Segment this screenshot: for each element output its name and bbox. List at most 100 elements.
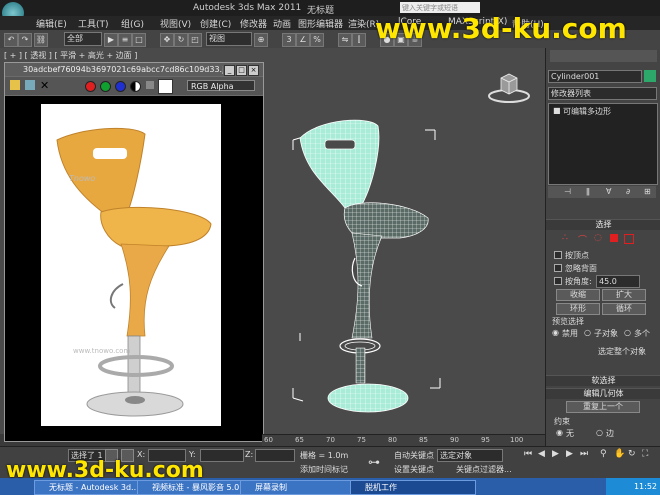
pan-icon[interactable]: ✋: [614, 449, 625, 459]
radio-none-icon[interactable]: ◉: [556, 428, 563, 437]
menu-modifiers[interactable]: 修改器: [240, 17, 267, 30]
snap-icon[interactable]: 3: [282, 33, 296, 47]
save-image-icon[interactable]: [10, 80, 20, 90]
menu-group[interactable]: 组(G): [121, 17, 144, 30]
menu-animation[interactable]: 动画: [273, 17, 291, 30]
goto-start-icon[interactable]: ⏮: [524, 449, 532, 459]
viewcube-icon[interactable]: [487, 70, 531, 104]
key-filters-button[interactable]: 关键点过滤器...: [456, 464, 512, 475]
menu-create[interactable]: 创建(C): [200, 17, 231, 30]
command-panel-tabs[interactable]: [550, 50, 657, 62]
soft-selection-rollout[interactable]: 软选择: [546, 375, 660, 386]
stack-tools[interactable]: ⊣ ǁ ∀ ∂ ⊞: [548, 186, 656, 198]
redo-icon[interactable]: ↷: [18, 33, 32, 47]
auto-key-button[interactable]: 自动关键点: [394, 450, 434, 461]
by-angle-label: 按角度:: [565, 277, 592, 286]
selected-object-dropdown[interactable]: 选定对象: [437, 449, 503, 462]
minimize-icon[interactable]: _: [224, 65, 235, 76]
coord-system-dropdown[interactable]: 视图: [206, 32, 252, 46]
element-mode-icon[interactable]: [624, 234, 634, 244]
channel-dropdown[interactable]: RGB Alpha: [187, 80, 255, 91]
key-icon[interactable]: ⊶: [368, 455, 380, 469]
edge-mode-icon[interactable]: ⌒: [578, 233, 588, 246]
edit-geometry-rollout[interactable]: 编辑几何体: [546, 388, 660, 399]
radio-edge-icon[interactable]: ○: [596, 428, 603, 437]
make-unique-icon[interactable]: ∀: [606, 187, 611, 196]
blue-channel-icon[interactable]: [115, 81, 126, 92]
ring-button[interactable]: 环形: [556, 303, 600, 315]
selection-filter-dropdown[interactable]: 全部: [64, 32, 102, 46]
angle-value-field[interactable]: 45.0: [596, 275, 640, 288]
menu-edit[interactable]: 编辑(E): [36, 17, 67, 30]
shrink-button[interactable]: 收缩: [556, 289, 600, 301]
border-mode-icon[interactable]: ◌: [594, 233, 604, 243]
command-panel: Cylinder001 修改器列表 ■ 可编辑多边形 ⊣ ǁ ∀ ∂ ⊞ 选择 …: [545, 48, 660, 448]
image-viewer-window[interactable]: 30adcbef76094b3697021c69abcc7cd86c109d33…: [4, 62, 264, 442]
set-key-button[interactable]: 设置关键点: [394, 464, 434, 475]
task-screen-recorder[interactable]: 屏幕录制: [240, 480, 356, 495]
channel-display-icon[interactable]: [146, 81, 154, 89]
menu-views[interactable]: 视图(V): [160, 17, 191, 30]
radio-disabled-icon[interactable]: ◉: [552, 328, 559, 337]
rotate-icon[interactable]: ↻: [174, 33, 188, 47]
align-icon[interactable]: ⫿: [352, 33, 366, 47]
undo-icon[interactable]: ↶: [4, 33, 18, 47]
radio-multi-icon[interactable]: ○: [624, 328, 631, 337]
mirror-icon[interactable]: ⇋: [338, 33, 352, 47]
timeline-tick: 90: [450, 436, 459, 444]
close-icon[interactable]: ×: [248, 65, 259, 76]
modifier-list-dropdown[interactable]: 修改器列表: [548, 87, 657, 100]
red-channel-icon[interactable]: [85, 81, 96, 92]
stack-item-editable-poly[interactable]: 可编辑多边形: [563, 106, 611, 117]
prev-frame-icon[interactable]: ◀: [538, 449, 545, 459]
orbit-icon[interactable]: ↻: [628, 449, 636, 459]
system-tray-clock[interactable]: 11:52: [606, 478, 660, 495]
add-time-tag[interactable]: 添加时间标记: [300, 464, 348, 475]
viewport-label[interactable]: [ + ] [ 透视 ] [ 平滑 + 高光 + 边面 ]: [4, 50, 137, 61]
object-name-field[interactable]: Cylinder001: [548, 70, 642, 83]
next-frame-icon[interactable]: ▶: [566, 449, 573, 459]
pin-stack-icon[interactable]: ⊣: [564, 187, 571, 196]
play-icon[interactable]: ▶: [552, 449, 559, 459]
z-coord-field[interactable]: [255, 449, 295, 462]
polygon-mode-icon[interactable]: [610, 234, 618, 242]
copy-image-icon[interactable]: [25, 80, 35, 90]
maximize-viewport-icon[interactable]: ⛶: [642, 449, 648, 459]
by-vertex-checkbox[interactable]: [554, 251, 562, 259]
show-end-result-icon[interactable]: ǁ: [586, 187, 590, 196]
link-icon[interactable]: ⛓: [34, 33, 48, 47]
angle-snap-icon[interactable]: ∠: [296, 33, 310, 47]
modifier-stack[interactable]: ■ 可编辑多边形: [548, 103, 658, 185]
loop-button[interactable]: 循环: [602, 303, 646, 315]
mono-channel-icon[interactable]: [130, 81, 141, 92]
ignore-backfacing-checkbox[interactable]: [554, 264, 562, 272]
pivot-icon[interactable]: ⊕: [254, 33, 268, 47]
repeat-last-button[interactable]: 重复上一个: [566, 401, 640, 413]
grow-button[interactable]: 扩大: [602, 289, 646, 301]
object-color-swatch[interactable]: [644, 70, 656, 82]
y-coord-field[interactable]: [200, 449, 244, 462]
color-swatch[interactable]: [158, 79, 173, 94]
menu-graph-editors[interactable]: 图形编辑器: [298, 17, 343, 30]
select-by-name-icon[interactable]: ≡: [118, 33, 132, 47]
rect-selection-icon[interactable]: □: [132, 33, 146, 47]
zoom-icon[interactable]: ⚲: [600, 449, 607, 459]
selection-rollout-header[interactable]: 选择: [546, 219, 660, 230]
vertex-mode-icon[interactable]: ∴: [562, 233, 572, 243]
move-icon[interactable]: ✥: [160, 33, 174, 47]
green-channel-icon[interactable]: [100, 81, 111, 92]
remove-modifier-icon[interactable]: ∂: [626, 187, 630, 196]
image-window-titlebar[interactable]: 30adcbef76094b3697021c69abcc7cd86c109d33…: [5, 63, 263, 76]
task-offline-work[interactable]: 脱机工作: [350, 480, 476, 495]
select-object-icon[interactable]: ▶: [104, 33, 118, 47]
goto-end-icon[interactable]: ⏭: [580, 449, 588, 459]
maximize-icon[interactable]: □: [236, 65, 247, 76]
file-title: 无标题: [307, 6, 335, 16]
scale-icon[interactable]: ◰: [188, 33, 202, 47]
radio-subobject-icon[interactable]: ○: [584, 328, 591, 337]
menu-tools[interactable]: 工具(T): [78, 17, 109, 30]
percent-snap-icon[interactable]: %: [310, 33, 324, 47]
by-angle-checkbox[interactable]: [554, 277, 562, 285]
clear-icon[interactable]: ✕: [40, 79, 49, 92]
configure-sets-icon[interactable]: ⊞: [644, 187, 651, 196]
